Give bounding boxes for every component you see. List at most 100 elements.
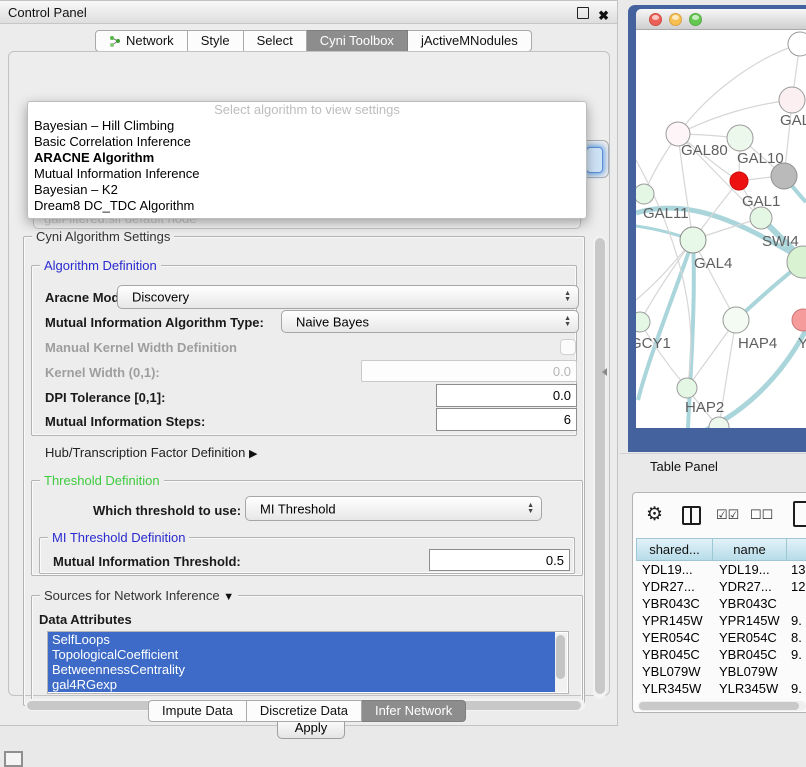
algorithm-dropdown-popup: Select algorithm to view settings Bayesi… <box>27 101 587 219</box>
table-panel-title: Table Panel <box>650 459 718 474</box>
mi-steps-field[interactable] <box>436 408 577 431</box>
network-node-hap2[interactable] <box>677 378 697 398</box>
table-row[interactable]: YBR043CYBR043C <box>636 595 806 612</box>
tab-cyni-toolbox[interactable]: Cyni Toolbox <box>307 30 408 52</box>
unselect-all-columns-icon[interactable]: ☐☐ <box>750 507 773 523</box>
attribute-item-topologicalcoefficient[interactable]: TopologicalCoefficient <box>48 647 555 662</box>
manual-kernel-label: Manual Kernel Width Definition <box>45 340 237 355</box>
minimized-panel-icon[interactable] <box>4 751 23 767</box>
table-row[interactable]: YLR345WYLR345W9. <box>636 680 806 697</box>
hub-definition-expander[interactable]: Hub/Transcription Factor Definition ▶ <box>45 445 257 460</box>
which-threshold-select[interactable]: MI Threshold ▲▼ <box>245 496 542 521</box>
tab-discretize-data[interactable]: Discretize Data <box>247 700 362 722</box>
tab-label: Style <box>201 31 230 51</box>
new-table-icon[interactable] <box>793 501 806 527</box>
group-title: Cyni Algorithm Settings <box>32 229 174 244</box>
network-node-hap4[interactable] <box>723 307 749 333</box>
scrollbar-thumb[interactable] <box>639 702 799 710</box>
scrollbar-thumb[interactable] <box>595 238 605 694</box>
table-row[interactable]: YIL052CYIL052C9 <box>636 697 806 700</box>
node-label: SWI4 <box>762 233 799 250</box>
table-row[interactable]: YDR27...YDR27...12 <box>636 578 806 595</box>
algorithm-option-basic-correlation-inference[interactable]: Basic Correlation Inference <box>28 134 586 150</box>
network-node-y[interactable] <box>792 309 806 331</box>
float-panel-icon[interactable] <box>577 7 589 19</box>
algorithm-option-bayesian-hill-climbing[interactable]: Bayesian – Hill Climbing <box>28 118 586 134</box>
table-cell: YIL052C <box>636 697 713 700</box>
mi-threshold-field[interactable] <box>429 549 570 571</box>
aracne-mode-select[interactable]: Discovery ▲▼ <box>117 285 579 309</box>
table-cell: YER054C <box>713 629 787 646</box>
network-node-gal11[interactable] <box>636 184 654 204</box>
dpi-tolerance-field[interactable] <box>436 384 577 407</box>
table-row[interactable]: YBL079WYBL079W <box>636 663 806 680</box>
network-node[interactable] <box>788 32 806 56</box>
network-node-gcy1[interactable] <box>636 312 650 332</box>
column-header-shared[interactable]: shared... <box>636 538 713 561</box>
tab-label: Discretize Data <box>260 701 348 721</box>
data-attributes-label: Data Attributes <box>39 612 132 627</box>
manual-kernel-checkbox[interactable] <box>560 339 576 355</box>
show-columns-icon[interactable] <box>682 506 701 525</box>
node-label: HAP4 <box>738 335 777 352</box>
network-canvas[interactable]: GALGAL80GAL10GAL1GAL11SWI4GAL4GCY1HAP4YH… <box>636 30 806 428</box>
mi-algorithm-type-select[interactable]: Naive Bayes ▲▼ <box>281 310 579 333</box>
network-node[interactable] <box>771 163 797 189</box>
tab-infer-network[interactable]: Infer Network <box>362 700 466 722</box>
tab-select[interactable]: Select <box>244 30 307 52</box>
table-row[interactable]: YER054CYER054C8. <box>636 629 806 646</box>
algorithm-option-dream8-dc-tdc-algorithm[interactable]: Dream8 DC_TDC Algorithm <box>28 198 586 214</box>
collapse-down-icon: ▼ <box>223 591 234 603</box>
network-edge[interactable] <box>640 322 687 388</box>
settings-vertical-scrollbar[interactable] <box>593 236 606 699</box>
algorithm-option-aracne-algorithm[interactable]: ARACNE Algorithm <box>28 150 586 166</box>
scrollbar-thumb[interactable] <box>556 635 565 679</box>
table-header-row: shared...nameA <box>636 538 806 561</box>
network-node-gal1[interactable] <box>750 207 772 229</box>
attribute-list-scrollbar[interactable] <box>555 633 567 692</box>
control-panel-titlebar: Control Panel ✖ <box>0 1 617 24</box>
table-row[interactable]: YPR145WYPR145W9. <box>636 612 806 629</box>
mac-zoom-button[interactable] <box>689 13 702 26</box>
network-node-gal4[interactable] <box>680 227 706 253</box>
kernel-width-field[interactable] <box>361 360 577 382</box>
table-horizontal-scrollbar[interactable] <box>638 701 806 711</box>
table-row[interactable]: YBR045CYBR045C9. <box>636 646 806 663</box>
panel-divider-collapse-arrow[interactable] <box>602 368 607 376</box>
network-node-gal[interactable] <box>779 87 805 113</box>
algorithm-placeholder: Select algorithm to view settings <box>28 102 586 118</box>
close-icon[interactable]: ✖ <box>598 4 609 27</box>
table-cell: 8. <box>787 629 806 646</box>
table-cell: YBR045C <box>713 646 787 663</box>
spinner-arrows-icon: ▲▼ <box>564 291 571 303</box>
tab-style[interactable]: Style <box>188 30 244 52</box>
sources-collapse-toggle[interactable]: Sources for Network Inference ▼ <box>40 588 238 603</box>
tab-impute-data[interactable]: Impute Data <box>148 700 247 722</box>
network-node-gal10[interactable] <box>727 125 753 151</box>
algorithm-option-mutual-information-inference[interactable]: Mutual Information Inference <box>28 166 586 182</box>
attribute-item-betweennesscentrality[interactable]: BetweennessCentrality <box>48 662 555 677</box>
tab-jactivemnodules[interactable]: jActiveMNodules <box>408 30 532 52</box>
node-label: GAL10 <box>737 150 784 167</box>
network-edge[interactable] <box>693 240 736 320</box>
gear-icon[interactable]: ⚙ <box>646 503 663 526</box>
attribute-item-selfloops[interactable]: SelfLoops <box>48 632 555 647</box>
mac-close-button[interactable] <box>649 13 662 26</box>
table-cell: YIL052C <box>713 697 787 700</box>
select-all-columns-icon[interactable]: ☑☑ <box>716 507 739 523</box>
cyni-toolbox-panel: galFiltered.sif default node Select algo… <box>8 51 610 696</box>
table-row[interactable]: YDL19...YDL19...13 <box>636 561 806 578</box>
algorithm-option-bayesian-k2[interactable]: Bayesian – K2 <box>28 182 586 198</box>
cyni-bottom-tabs: Impute Data Discretize Data Infer Network <box>148 700 466 722</box>
column-header-a[interactable]: A <box>787 538 806 561</box>
mi-steps-label: Mutual Information Steps: <box>45 414 205 429</box>
spinner-arrows-icon: ▲▼ <box>564 316 571 328</box>
kernel-width-label: Kernel Width (0,1): <box>45 365 160 380</box>
mac-minimize-button[interactable] <box>669 13 682 26</box>
network-node[interactable] <box>730 172 748 190</box>
spinner-arrows-icon: ▲▼ <box>527 503 534 515</box>
attribute-item-gal4rgexp[interactable]: gal4RGexp <box>48 677 555 692</box>
tab-label: Impute Data <box>162 701 233 721</box>
column-header-name[interactable]: name <box>713 538 787 561</box>
tab-network[interactable]: Network <box>95 30 188 52</box>
